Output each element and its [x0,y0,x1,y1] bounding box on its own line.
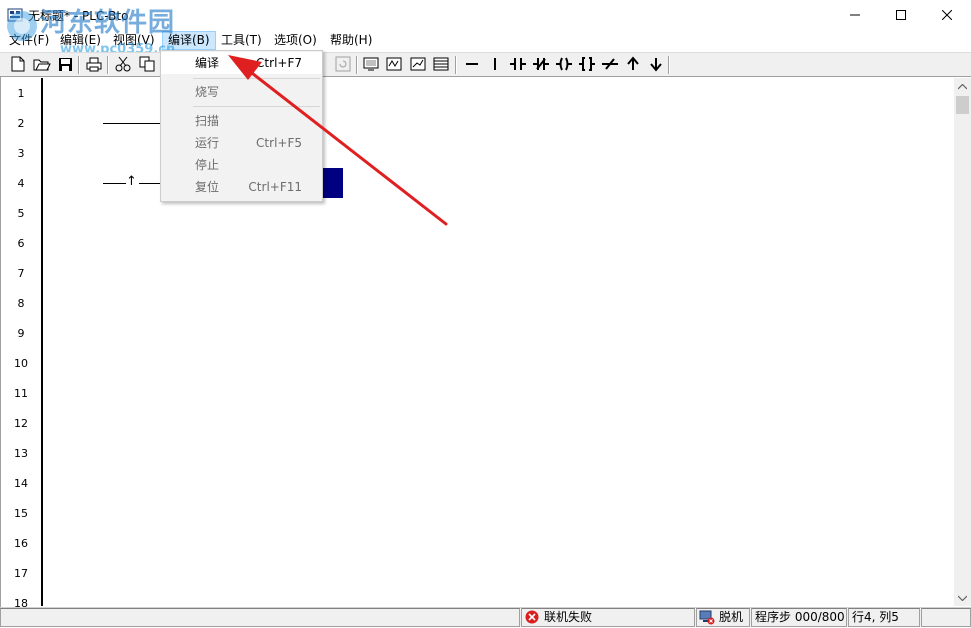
annotation-arrow-icon [228,55,448,226]
